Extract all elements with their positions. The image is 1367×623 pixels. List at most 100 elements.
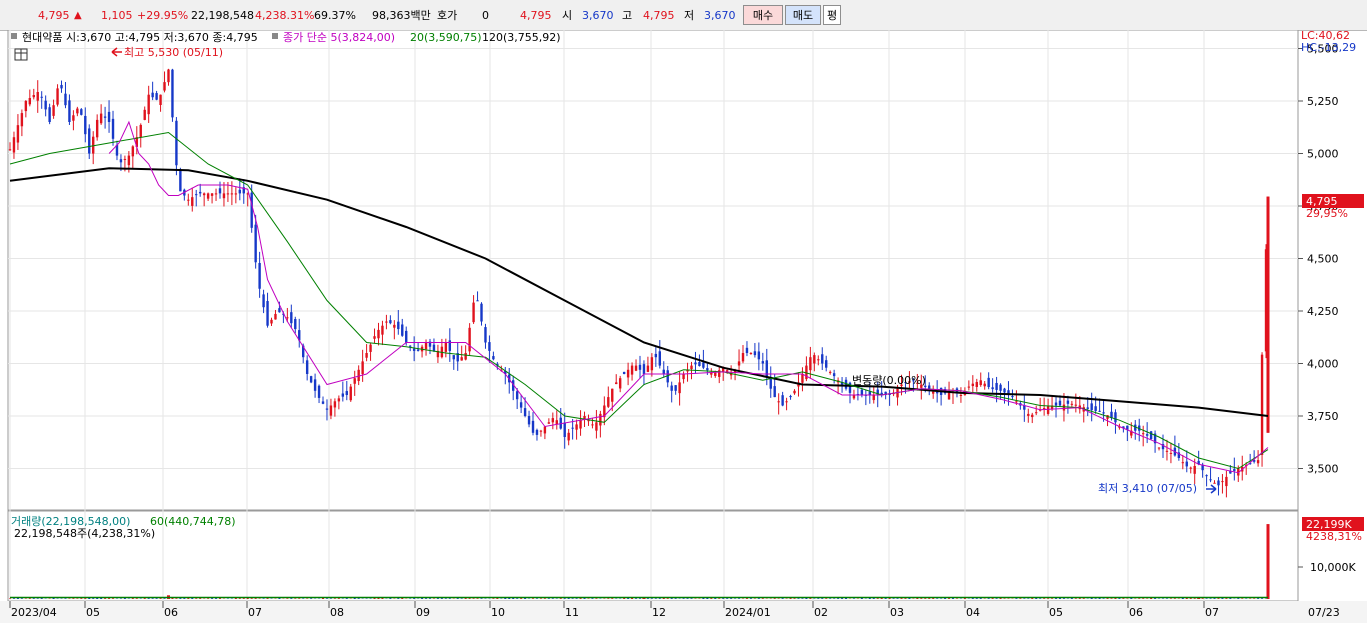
volume-bar bbox=[413, 598, 416, 599]
x-axis-bar bbox=[0, 601, 1367, 623]
candle-body bbox=[1205, 475, 1208, 477]
volume-bar bbox=[440, 598, 443, 599]
candle-body bbox=[44, 100, 47, 110]
volume-bar bbox=[952, 598, 955, 599]
volume-bar bbox=[112, 598, 115, 599]
volume-bar bbox=[215, 598, 218, 599]
volume-bar bbox=[571, 598, 574, 599]
volume-bar bbox=[108, 598, 111, 599]
candle-body bbox=[1062, 404, 1066, 411]
volume-bar bbox=[801, 598, 804, 599]
x-tick-label: 2023/04 bbox=[11, 606, 57, 619]
hc-value: HC:-13,29 bbox=[1301, 41, 1356, 54]
candle-body bbox=[630, 365, 634, 375]
candle-body bbox=[626, 369, 630, 378]
volume-bar bbox=[163, 598, 166, 599]
candle-body bbox=[412, 348, 416, 351]
volume-bar bbox=[674, 598, 677, 599]
volume-bar bbox=[155, 598, 158, 599]
volume-bar bbox=[658, 598, 661, 599]
x-tick-label: 07 bbox=[248, 606, 262, 619]
x-tick-label: 07 bbox=[1205, 606, 1219, 619]
candle-body bbox=[531, 420, 535, 433]
volume-bar bbox=[773, 598, 776, 599]
volume-bar bbox=[179, 598, 182, 599]
volume-bar bbox=[682, 598, 685, 599]
candle-body bbox=[967, 386, 971, 388]
volume-bar bbox=[516, 598, 519, 599]
candle-body bbox=[72, 115, 75, 121]
volume-bar bbox=[218, 598, 221, 599]
volume-ratio: 4,238.31% bbox=[255, 9, 315, 22]
average-button[interactable]: 평 bbox=[823, 5, 841, 25]
volume-bar bbox=[1015, 598, 1018, 599]
candle-body bbox=[317, 385, 321, 398]
candle-body bbox=[143, 109, 146, 120]
candle-body bbox=[1114, 412, 1117, 423]
price-change: 1,105 bbox=[101, 9, 133, 22]
volume-bar bbox=[575, 598, 578, 599]
high-annotation: 최고 5,530 (05/11) bbox=[124, 46, 223, 59]
candle-body bbox=[1094, 406, 1097, 411]
volume-bar bbox=[726, 598, 729, 599]
volume-bar bbox=[761, 598, 764, 599]
candle-body bbox=[1086, 407, 1089, 409]
candle-body bbox=[151, 92, 154, 98]
volume-bar bbox=[1201, 598, 1204, 599]
candle-body bbox=[99, 113, 103, 124]
candle-body bbox=[591, 424, 594, 426]
candle-body bbox=[167, 69, 170, 83]
volume-bar bbox=[638, 598, 641, 599]
candle-body bbox=[761, 361, 765, 364]
sell-button[interactable]: 매도 bbox=[785, 5, 821, 25]
candle-body bbox=[749, 353, 753, 354]
candle-body bbox=[650, 357, 654, 371]
candle-body bbox=[405, 330, 408, 343]
candle-body bbox=[64, 93, 67, 106]
candle-body bbox=[571, 427, 574, 429]
candle-body bbox=[234, 193, 238, 195]
candle-body bbox=[48, 107, 51, 122]
y-tick-label: 3,750 bbox=[1307, 410, 1339, 423]
candle-body bbox=[333, 401, 337, 408]
volume-bar bbox=[971, 598, 974, 599]
candle-body bbox=[579, 420, 582, 429]
candle-body bbox=[270, 319, 273, 324]
candle-body bbox=[365, 353, 368, 358]
volume-bar bbox=[199, 598, 202, 599]
volume-bar bbox=[32, 598, 35, 599]
volume-bar bbox=[1118, 598, 1121, 599]
volume-bar bbox=[646, 598, 649, 599]
candle-body bbox=[543, 426, 547, 434]
candle-body bbox=[198, 191, 202, 194]
volume-bar bbox=[591, 598, 594, 599]
candle-body bbox=[935, 392, 939, 394]
volume-bar bbox=[876, 598, 879, 599]
volume-bar bbox=[718, 598, 721, 599]
volume-bar bbox=[559, 598, 562, 599]
volume-bar bbox=[607, 598, 610, 599]
volume-bar bbox=[1019, 598, 1022, 599]
volume-spike-bar bbox=[1266, 524, 1270, 599]
x-tick-label: 06 bbox=[164, 606, 178, 619]
buy-button[interactable]: 매수 bbox=[743, 5, 783, 25]
candle-body bbox=[1003, 388, 1006, 393]
candle-body bbox=[599, 413, 602, 426]
volume-bar bbox=[28, 598, 31, 599]
volume-bar bbox=[480, 598, 483, 599]
candle-body bbox=[488, 342, 491, 351]
volume-bar bbox=[650, 598, 653, 599]
candle-body bbox=[1225, 476, 1228, 487]
candle-body bbox=[682, 374, 685, 380]
candle-body bbox=[1058, 400, 1062, 406]
candle-body bbox=[1035, 412, 1038, 414]
volume-bar bbox=[611, 598, 614, 599]
volume-bar bbox=[187, 598, 190, 599]
candle-body bbox=[611, 388, 614, 402]
stock-chart[interactable]: 5,5005,2505,0004,7504,5004,2504,0003,750… bbox=[0, 30, 1367, 623]
volume-bar bbox=[821, 598, 824, 599]
candle-body bbox=[662, 369, 665, 374]
x-tick-label: 02 bbox=[814, 606, 828, 619]
candle-body bbox=[801, 374, 804, 383]
candle-body bbox=[595, 422, 598, 431]
